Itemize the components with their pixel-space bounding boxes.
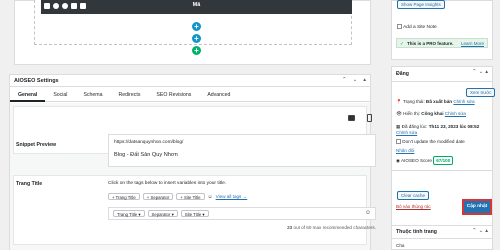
tag-trang-title[interactable]: + Trang Title: [108, 193, 140, 200]
mobile-icon[interactable]: [367, 114, 372, 122]
add-block-icon[interactable]: +: [192, 34, 201, 43]
trash-link[interactable]: Bỏ vào thùng rác: [396, 204, 431, 209]
panel-controls: ⌃ ⌄ ▴: [342, 77, 366, 83]
status-label: Trạng thái:: [402, 99, 425, 104]
input-tag-trang-title[interactable]: Trang Title ▾: [113, 210, 145, 217]
emoji-icon[interactable]: ☺: [208, 194, 213, 200]
duplicate-link[interactable]: Nhân đôi: [396, 148, 414, 153]
aioseo-logo-icon: ◉: [396, 158, 401, 163]
tab-social[interactable]: Social: [45, 88, 75, 102]
tag-buttons: + Trang Title + Separator + Site Title ☺…: [108, 193, 247, 200]
calendar-icon: ▦: [396, 124, 401, 129]
panel-header: AIOSEO Settings ⌃ ⌄ ▴: [10, 75, 370, 87]
snippet-url: https://datsanquynhon.com/blog/: [114, 140, 184, 145]
add-site-note[interactable]: Add a Site Note: [397, 24, 437, 30]
show-page-insights-button[interactable]: Show Page Insights: [397, 0, 445, 9]
helper-text: Click on the tags below to insert variab…: [108, 181, 227, 186]
page-attributes-title: Thuộc tính trang: [396, 229, 437, 235]
dont-update-row: Don't update the modified date: [396, 139, 465, 145]
attributes-box-controls[interactable]: ⌃⌄▴: [472, 228, 490, 234]
title-input[interactable]: Trang Title ▾ Separator ▾ Site Title ▾ ☺: [108, 207, 376, 220]
block-toolbar: Mã: [41, 0, 352, 14]
status-line: 📍 Trạng thái: Đã xuất bản Chỉnh sửa: [396, 99, 475, 105]
learn-more-link[interactable]: Learn More: [461, 41, 484, 46]
aioseo-score-row: ◉ AIOSEO Score 67/100: [396, 156, 454, 165]
check-icon: ✓: [400, 41, 404, 46]
tab-advanced[interactable]: Advanced: [199, 88, 238, 102]
input-tag-site-title[interactable]: Site Title ▾: [180, 210, 209, 217]
tab-seo-revisions[interactable]: SEO Revisions: [148, 88, 199, 102]
tab-general[interactable]: General: [10, 88, 46, 102]
status-value: Đã xuất bản: [426, 99, 453, 104]
tab-bar: General Social Schema Redirects SEO Revi…: [10, 88, 370, 102]
date-label: Đã đăng lúc:: [401, 124, 428, 129]
score-label: AIOSEO Score: [401, 158, 432, 163]
eye-icon: 👁: [396, 111, 402, 116]
visibility-label: Hiển thị:: [403, 111, 420, 116]
snippet-preview-box: [108, 134, 376, 167]
clear-cache-button[interactable]: Clear cache: [397, 191, 430, 200]
score-badge[interactable]: 67/100: [433, 156, 454, 165]
snippet-title: Blog - Đất Sản Quy Nhơn: [114, 152, 178, 158]
view-all-tags-link[interactable]: View all tags →: [216, 194, 248, 199]
tab-redirects[interactable]: Redirects: [111, 88, 149, 102]
divider: [391, 170, 493, 171]
tag-separator[interactable]: + Separator: [142, 193, 174, 200]
add-section-icon[interactable]: +: [192, 46, 201, 55]
move-down-icon[interactable]: ⌄: [353, 77, 358, 83]
page-title-label: Trang Title: [16, 181, 43, 187]
input-tag-label: Separator: [151, 212, 171, 217]
input-tag-label: Site Title: [184, 212, 202, 217]
move-up-icon[interactable]: ⌃: [342, 77, 347, 83]
character-count: 23 out of 60 max recommended characters.: [0, 225, 376, 230]
dont-update-label: Don't update the modified date: [402, 139, 465, 144]
panel-title: AIOSEO Settings: [14, 78, 59, 84]
tab-schema[interactable]: Schema: [75, 88, 110, 102]
pro-feature-notice: ✓ This is a PRO feature. Learn More: [396, 38, 488, 48]
parent-label: Cha: [396, 243, 405, 248]
visibility-line: 👁 Hiển thị: Công khai Chỉnh sửa: [396, 111, 466, 117]
publish-box-controls[interactable]: ⌃⌄▴: [472, 69, 490, 75]
block-label: Mã: [192, 2, 201, 8]
dont-update-checkbox[interactable]: [396, 139, 401, 145]
divider: [391, 81, 493, 82]
publish-title: Đăng: [396, 71, 409, 77]
collapse-icon[interactable]: ▴: [363, 77, 366, 83]
add-block-inline-icon[interactable]: +: [192, 22, 201, 31]
tag-site-title[interactable]: + Site Title: [176, 193, 205, 200]
date-edit-link[interactable]: Chỉnh sửa: [396, 130, 417, 135]
character-count-number: 23: [287, 225, 293, 230]
pin-icon: 📍: [396, 99, 402, 104]
snippet-preview-label: Snippet Preview: [16, 142, 57, 148]
add-note-label: Add a Site Note: [403, 24, 437, 30]
pro-text: This is a PRO feature.: [407, 41, 454, 46]
status-edit-link[interactable]: Chỉnh sửa: [453, 99, 474, 104]
emoji-picker-icon[interactable]: ☺: [365, 210, 371, 216]
add-note-checkbox[interactable]: [397, 24, 402, 29]
divider: [391, 238, 493, 239]
aioseo-sidebar-box: [391, 0, 493, 60]
title-input-tags: Trang Title ▾ Separator ▾ Site Title ▾: [113, 210, 209, 217]
character-count-text: out of 60 max recommended characters.: [293, 225, 376, 230]
visibility-value: Công khai: [421, 111, 444, 116]
visibility-edit-link[interactable]: Chỉnh sửa: [445, 111, 466, 116]
desktop-icon[interactable]: [348, 115, 355, 121]
input-tag-separator[interactable]: Separator ▾: [147, 210, 178, 217]
input-tag-label: Trang Title: [117, 212, 138, 217]
update-button[interactable]: Cập nhật: [462, 199, 492, 215]
date-value: Th11 23, 2023 lúc 08:52: [428, 124, 480, 129]
preview-button[interactable]: Xem trước: [466, 88, 496, 97]
